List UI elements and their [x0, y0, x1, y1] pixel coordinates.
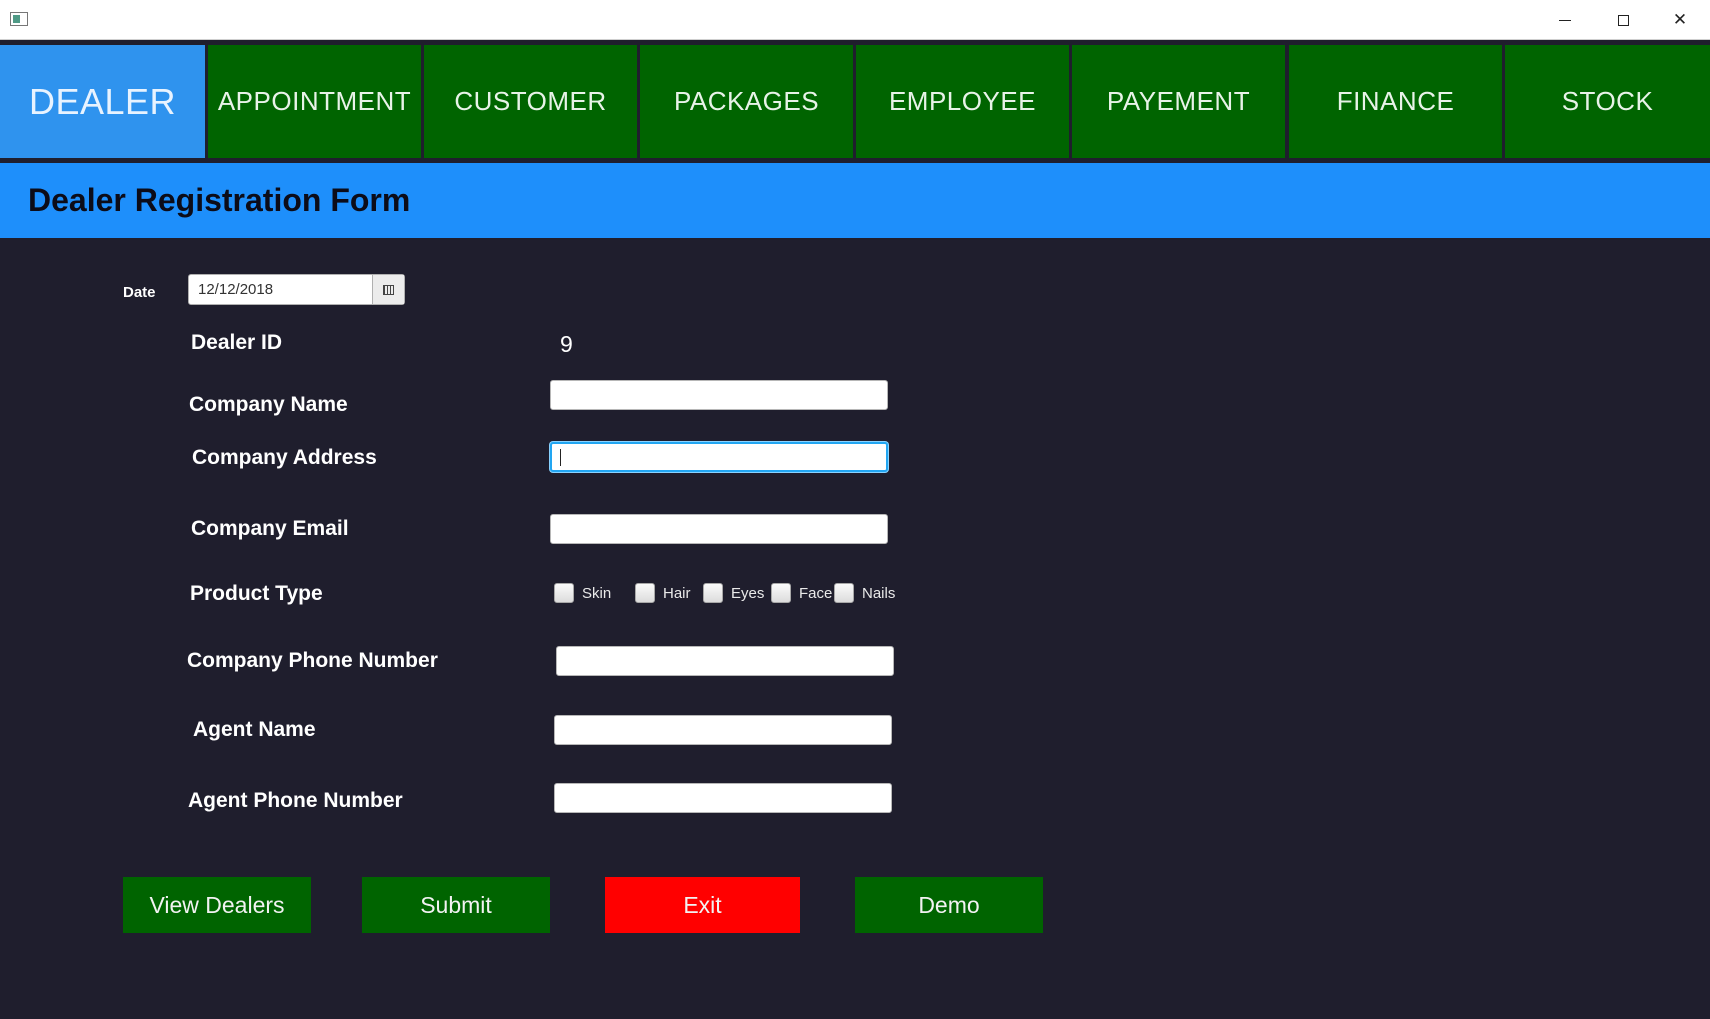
product-type-label: Product Type — [190, 582, 323, 605]
checkbox-box[interactable] — [834, 583, 854, 603]
company-name-label: Company Name — [189, 393, 348, 416]
date-picker[interactable]: 12/12/2018 — [188, 274, 405, 305]
checkbox-box[interactable] — [703, 583, 723, 603]
app-icon — [10, 12, 28, 26]
text-caret — [560, 449, 561, 466]
close-icon: ✕ — [1672, 10, 1688, 30]
tab-finance[interactable]: FINANCE — [1289, 45, 1502, 158]
calendar-icon — [383, 284, 394, 295]
tab-appointment[interactable]: APPOINTMENT — [208, 45, 421, 158]
checkbox-label: Face — [799, 584, 833, 602]
checkbox-skin[interactable]: Skin — [554, 583, 611, 603]
company-address-input[interactable] — [550, 442, 888, 472]
dealer-id-value: 9 — [560, 331, 573, 357]
checkbox-box[interactable] — [635, 583, 655, 603]
checkbox-hair[interactable]: Hair — [635, 583, 691, 603]
checkbox-eyes[interactable]: Eyes — [703, 583, 764, 603]
checkbox-face[interactable]: Face — [771, 583, 832, 603]
company-phone-label: Company Phone Number — [187, 649, 438, 672]
agent-name-label: Agent Name — [193, 718, 316, 741]
demo-button[interactable]: Demo — [855, 877, 1043, 933]
submit-button[interactable]: Submit — [362, 877, 550, 933]
maximize-icon — [1617, 14, 1629, 26]
minimize-button[interactable] — [1537, 0, 1593, 40]
date-value[interactable]: 12/12/2018 — [198, 281, 273, 298]
close-button[interactable]: ✕ — [1652, 0, 1708, 40]
checkbox-label: Skin — [582, 584, 612, 602]
checkbox-label: Nails — [862, 584, 896, 602]
checkbox-label: Hair — [663, 584, 691, 602]
exit-button[interactable]: Exit — [605, 877, 800, 933]
tab-packages[interactable]: PACKAGES — [640, 45, 853, 158]
tab-customer[interactable]: CUSTOMER — [424, 45, 637, 158]
form-header: Dealer Registration Form — [0, 163, 1710, 238]
maximize-button[interactable] — [1595, 0, 1651, 40]
view-dealers-button[interactable]: View Dealers — [123, 877, 311, 933]
agent-phone-input[interactable] — [554, 783, 892, 813]
date-label: Date — [123, 284, 156, 301]
company-email-label: Company Email — [191, 517, 349, 540]
company-name-input[interactable] — [550, 380, 888, 410]
calendar-button[interactable] — [372, 275, 404, 304]
main-navigation: DEALER APPOINTMENT CUSTOMER PACKAGES EMP… — [0, 40, 1710, 163]
company-phone-input[interactable] — [556, 646, 894, 676]
agent-name-input[interactable] — [554, 715, 892, 745]
window-titlebar: ✕ — [0, 0, 1710, 40]
tab-payement[interactable]: PAYEMENT — [1072, 45, 1285, 158]
minimize-icon — [1559, 19, 1571, 21]
company-address-label: Company Address — [192, 446, 377, 469]
tab-dealer[interactable]: DEALER — [0, 45, 205, 158]
checkbox-box[interactable] — [554, 583, 574, 603]
agent-phone-label: Agent Phone Number — [188, 789, 403, 812]
tab-stock[interactable]: STOCK — [1505, 45, 1710, 158]
checkbox-nails[interactable]: Nails — [834, 583, 895, 603]
checkbox-box[interactable] — [771, 583, 791, 603]
checkbox-label: Eyes — [731, 584, 765, 602]
tab-employee[interactable]: EMPLOYEE — [856, 45, 1069, 158]
dealer-id-label: Dealer ID — [191, 331, 283, 354]
company-email-input[interactable] — [550, 514, 888, 544]
page-title: Dealer Registration Form — [28, 182, 411, 218]
